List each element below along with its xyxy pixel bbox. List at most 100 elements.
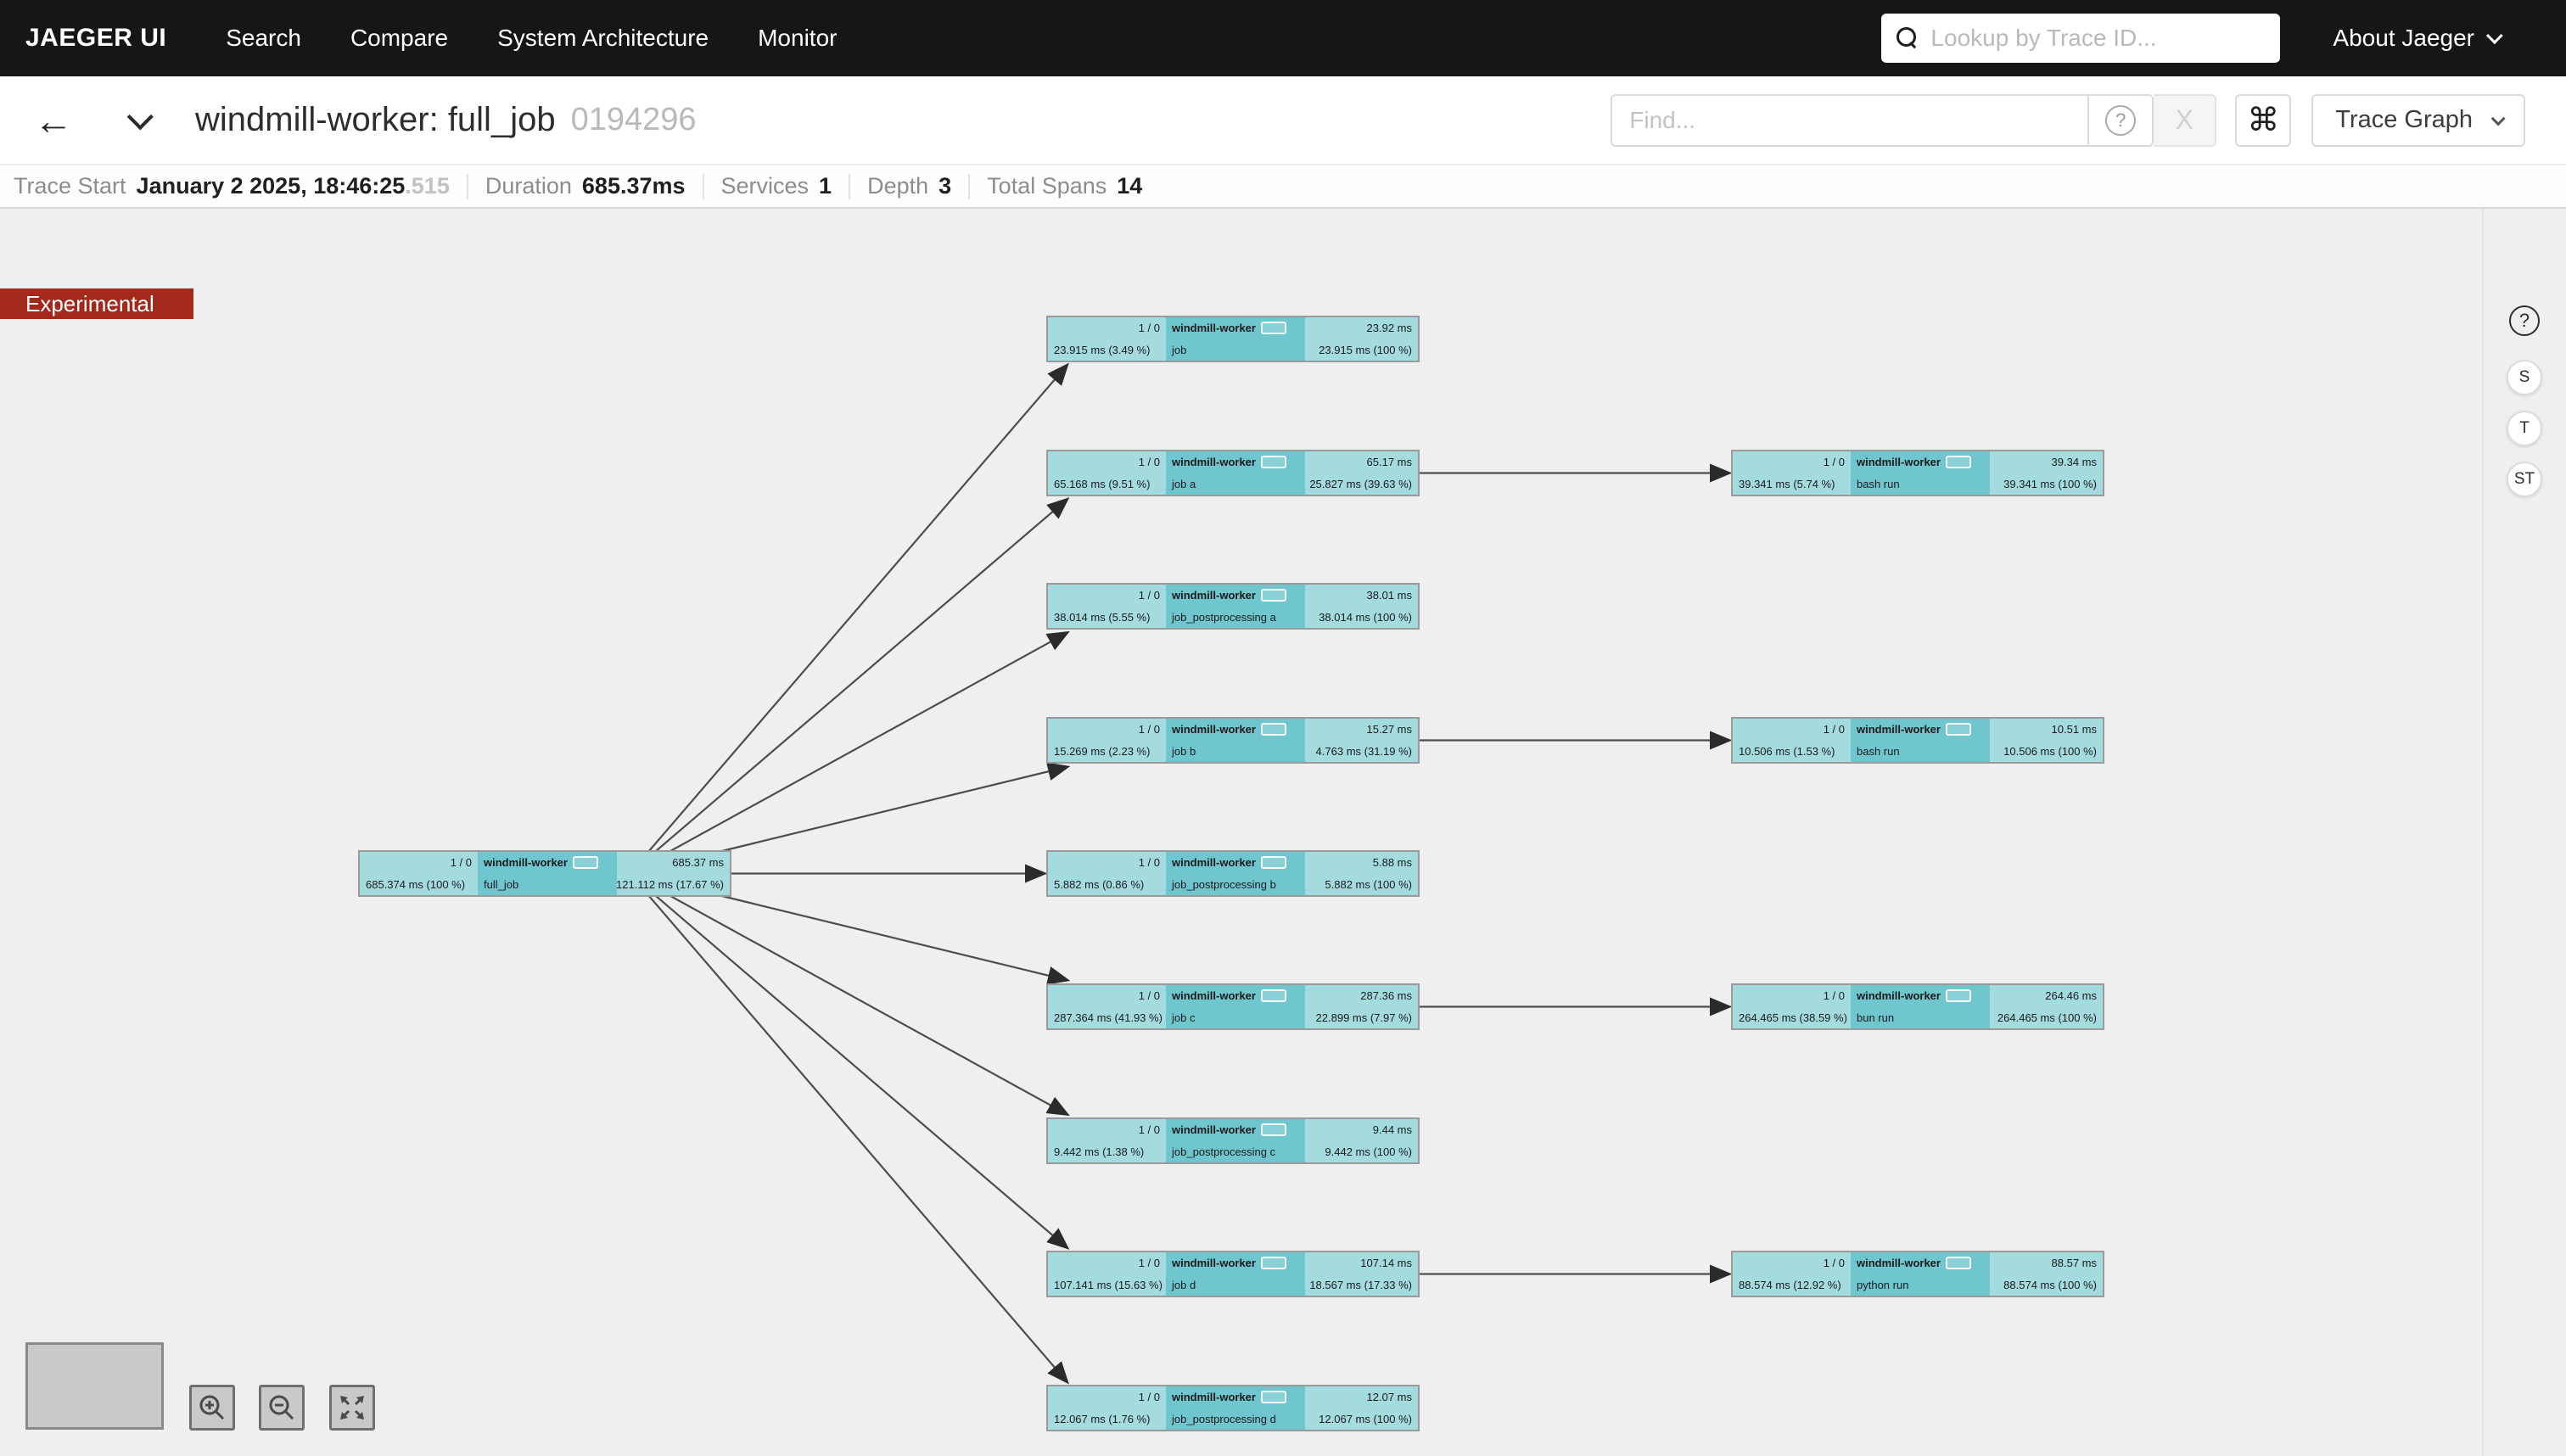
layout-controls: ? ST ST [2495, 305, 2554, 497]
clear-find-button[interactable]: X [2154, 94, 2216, 147]
span-self-time: 18.567 ms (17.33 %) [1309, 1279, 1412, 1291]
span-node-job_postprocessing-d[interactable]: 1 / 0 windmill-worker 12.07 ms 12.067 ms… [1046, 1385, 1420, 1431]
span-operation-name: bash run [1857, 745, 1900, 758]
keyboard-shortcuts-button[interactable]: ⌘ [2235, 94, 2291, 147]
span-node-bash-run[interactable]: 1 / 0 windmill-worker 10.51 ms 10.506 ms… [1731, 717, 2104, 764]
span-duration: 23.92 ms [1367, 322, 1412, 334]
span-duration: 12.07 ms [1367, 1391, 1412, 1403]
span-service-name: windmill-worker [1172, 1257, 1256, 1269]
span-node-job[interactable]: 1 / 0 windmill-worker 23.92 ms 23.915 ms… [1046, 316, 1420, 362]
span-count: 1 / 0 [1139, 1257, 1160, 1269]
service-color-chip[interactable] [1261, 1257, 1286, 1269]
span-service-name: windmill-worker [1172, 723, 1256, 736]
trace-page-header: ← windmill-worker: full_job 0194296 ? X … [0, 76, 2566, 164]
span-node-job_postprocessing-a[interactable]: 1 / 0 windmill-worker 38.01 ms 38.014 ms… [1046, 583, 1420, 630]
span-duration: 65.17 ms [1367, 456, 1412, 468]
service-color-chip[interactable] [1261, 856, 1286, 869]
layout-button-t[interactable]: T [2507, 411, 2542, 446]
service-color-chip[interactable] [573, 856, 598, 869]
span-node-bun-run[interactable]: 1 / 0 windmill-worker 264.46 ms 264.465 … [1731, 983, 2104, 1030]
trace-stats-bar: Trace StartJanuary 2 2025, 18:46:25.515D… [0, 164, 2566, 209]
service-color-chip[interactable] [1261, 1391, 1286, 1403]
layout-button-s[interactable]: S [2507, 360, 2542, 395]
zoom-in-button[interactable] [189, 1385, 235, 1431]
span-count: 1 / 0 [1139, 1123, 1160, 1136]
span-total-time: 12.067 ms (1.76 %) [1054, 1413, 1150, 1425]
stat-depth: Depth3 [867, 173, 951, 199]
span-count: 1 / 0 [1824, 456, 1845, 468]
span-count: 1 / 0 [1139, 589, 1160, 602]
span-total-time: 23.915 ms (3.49 %) [1054, 344, 1150, 356]
span-operation-name: job a [1172, 478, 1196, 490]
service-color-chip[interactable] [1946, 456, 1971, 468]
span-count: 1 / 0 [1139, 456, 1160, 468]
span-duration: 38.01 ms [1367, 589, 1412, 602]
service-color-chip[interactable] [1261, 989, 1286, 1002]
span-service-name: windmill-worker [1857, 723, 1941, 736]
span-node-job-c[interactable]: 1 / 0 windmill-worker 287.36 ms 287.364 … [1046, 983, 1420, 1030]
trace-id-search-box[interactable] [1881, 14, 2280, 63]
stat-duration: Duration685.37ms [485, 173, 686, 199]
span-total-time: 65.168 ms (9.51 %) [1054, 478, 1150, 490]
span-service-name: windmill-worker [1857, 1257, 1941, 1269]
collapse-chevron-icon[interactable] [127, 104, 154, 130]
span-node-job-d[interactable]: 1 / 0 windmill-worker 107.14 ms 107.141 … [1046, 1251, 1420, 1297]
fit-to-view-button[interactable] [329, 1385, 375, 1431]
trace-id-search-input[interactable] [1930, 25, 2265, 52]
span-operation-name: job_postprocessing c [1172, 1145, 1275, 1158]
span-total-time: 10.506 ms (1.53 %) [1739, 745, 1835, 758]
span-service-name: windmill-worker [1857, 989, 1941, 1002]
span-operation-name: job_postprocessing d [1172, 1413, 1276, 1425]
span-self-time: 22.899 ms (7.97 %) [1316, 1011, 1412, 1024]
stat-total-spans: Total Spans14 [987, 173, 1142, 199]
service-color-chip[interactable] [1261, 723, 1286, 736]
back-arrow-icon[interactable]: ← [34, 101, 73, 140]
view-selector-button[interactable]: Trace Graph [2311, 94, 2525, 147]
nav-item-monitor[interactable]: Monitor [758, 25, 837, 52]
service-color-chip[interactable] [1261, 589, 1286, 602]
span-duration: 685.37 ms [672, 856, 724, 869]
span-node-job-a[interactable]: 1 / 0 windmill-worker 65.17 ms 65.168 ms… [1046, 450, 1420, 496]
minimap[interactable] [25, 1342, 164, 1430]
span-operation-name: full_job [484, 878, 518, 891]
span-self-time: 10.506 ms (100 %) [2003, 745, 2097, 758]
trace-graph-canvas[interactable]: Experimental 1 / 0 windmill-worker 685.3… [0, 209, 2566, 1456]
zoom-in-icon [198, 1393, 227, 1422]
zoom-out-button[interactable] [259, 1385, 305, 1431]
find-input[interactable] [1612, 96, 2087, 145]
span-total-time: 287.364 ms (41.93 %) [1054, 1011, 1163, 1024]
service-color-chip[interactable] [1946, 1257, 1971, 1269]
span-node-job_postprocessing-b[interactable]: 1 / 0 windmill-worker 5.88 ms 5.882 ms (… [1046, 850, 1420, 897]
span-operation-name: bun run [1857, 1011, 1894, 1024]
about-jaeger-menu[interactable]: About Jaeger [2333, 25, 2498, 52]
service-color-chip[interactable] [1946, 723, 1971, 736]
find-help-button[interactable]: ? [2087, 96, 2152, 145]
span-node-full_job[interactable]: 1 / 0 windmill-worker 685.37 ms 685.374 … [358, 850, 731, 897]
stat-separator [467, 174, 468, 199]
layout-button-st[interactable]: ST [2507, 462, 2542, 497]
search-icon [1896, 27, 1919, 49]
nav-item-compare[interactable]: Compare [350, 25, 448, 52]
span-node-job_postprocessing-c[interactable]: 1 / 0 windmill-worker 9.44 ms 9.442 ms (… [1046, 1117, 1420, 1164]
span-duration: 10.51 ms [2052, 723, 2097, 736]
span-node-bash-run[interactable]: 1 / 0 windmill-worker 39.34 ms 39.341 ms… [1731, 450, 2104, 496]
span-total-time: 38.014 ms (5.55 %) [1054, 611, 1150, 624]
span-self-time: 25.827 ms (39.63 %) [1309, 478, 1412, 490]
span-operation-name: bash run [1857, 478, 1900, 490]
span-operation-name: job_postprocessing b [1172, 878, 1276, 891]
span-node-python-run[interactable]: 1 / 0 windmill-worker 88.57 ms 88.574 ms… [1731, 1251, 2104, 1297]
command-icon: ⌘ [2247, 101, 2279, 139]
span-duration: 15.27 ms [1367, 723, 1412, 736]
nav-item-system-architecture[interactable]: System Architecture [497, 25, 709, 52]
service-color-chip[interactable] [1261, 456, 1286, 468]
service-color-chip[interactable] [1261, 322, 1286, 334]
nav-item-search[interactable]: Search [226, 25, 301, 52]
span-self-time: 38.014 ms (100 %) [1319, 611, 1412, 624]
app-brand[interactable]: JAEGER UI [25, 24, 166, 53]
help-icon[interactable]: ? [2509, 305, 2540, 336]
span-operation-name: job b [1172, 745, 1196, 758]
span-node-job-b[interactable]: 1 / 0 windmill-worker 15.27 ms 15.269 ms… [1046, 717, 1420, 764]
service-color-chip[interactable] [1946, 989, 1971, 1002]
span-service-name: windmill-worker [1172, 989, 1256, 1002]
service-color-chip[interactable] [1261, 1123, 1286, 1136]
